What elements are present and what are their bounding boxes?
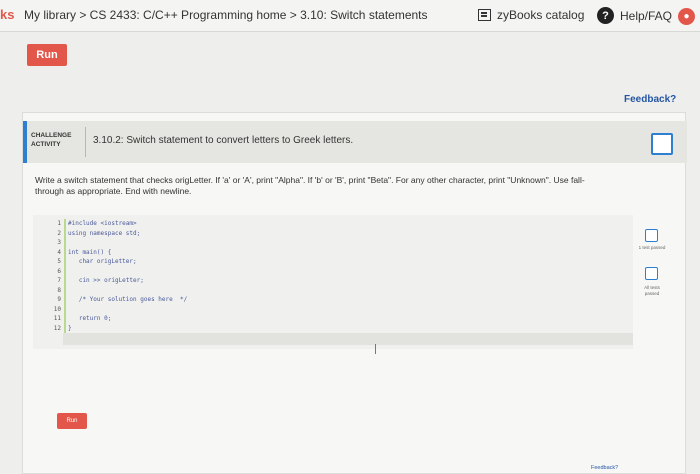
challenge-instructions: Write a switch statement that checks ori… bbox=[35, 175, 585, 196]
code-line[interactable]: return 0; bbox=[68, 314, 628, 324]
catalog-link[interactable]: zyBooks catalog bbox=[478, 8, 584, 22]
help-label: Help/FAQ bbox=[620, 8, 673, 23]
line-number: 4 bbox=[57, 248, 61, 256]
code-editor[interactable]: 1 2 3 4 5 6 7 8 9 10 11 12 #include <iostream> using… bbox=[33, 215, 633, 354]
line-number: 7 bbox=[57, 277, 61, 284]
header-accent bbox=[23, 121, 27, 163]
code-line[interactable]: int main() { bbox=[68, 248, 628, 258]
line-number: 1 bbox=[57, 220, 61, 227]
code-line[interactable]: char origLetter; bbox=[68, 257, 628, 267]
line-number: 6 bbox=[57, 267, 61, 275]
line-number: 9 bbox=[57, 296, 61, 303]
code-line[interactable] bbox=[68, 286, 628, 296]
code-line[interactable]: using namespace std; bbox=[68, 229, 628, 239]
question-icon: ? bbox=[597, 7, 614, 24]
active-line-highlight bbox=[63, 333, 633, 345]
user-avatar-icon[interactable]: ● bbox=[678, 8, 695, 25]
line-number: 8 bbox=[57, 286, 61, 294]
breadcrumb[interactable]: My library > CS 2433: C/C++ Programming … bbox=[24, 8, 428, 22]
line-number: 12 bbox=[53, 324, 61, 332]
code-line[interactable] bbox=[68, 238, 628, 248]
code-line[interactable]: /* Your solution goes here */ bbox=[68, 295, 628, 305]
code-line[interactable]: #include <iostream> bbox=[68, 219, 628, 229]
code-line[interactable] bbox=[68, 305, 628, 315]
run-button[interactable]: Run bbox=[57, 413, 87, 429]
line-number: 2 bbox=[57, 229, 61, 237]
code-content[interactable]: #include <iostream> using namespace std; i… bbox=[68, 219, 628, 333]
line-numbers: 1 2 3 4 5 6 7 8 9 10 11 12 bbox=[49, 219, 61, 333]
all-tests-status-icon bbox=[645, 267, 658, 280]
code-line[interactable]: } bbox=[68, 324, 628, 334]
code-line[interactable]: cin >> origLetter; bbox=[68, 276, 628, 286]
completion-status-icon bbox=[651, 133, 673, 155]
editable-gutter-marker bbox=[64, 219, 66, 339]
challenge-title: 3.10.2: Switch statement to convert lett… bbox=[93, 135, 354, 146]
help-link[interactable]: ? Help/FAQ bbox=[597, 7, 672, 24]
feedback-link-top[interactable]: Feedback? bbox=[624, 94, 676, 105]
line-number: 11 bbox=[53, 315, 61, 322]
top-bar: ks My library > CS 2433: C/C++ Programmi… bbox=[0, 0, 700, 32]
challenge-card: CHALLENGE ACTIVITY 3.10.2: Switch statem… bbox=[22, 112, 687, 474]
feedback-link[interactable]: Feedback? bbox=[591, 465, 618, 471]
brand-logo[interactable]: ks bbox=[0, 7, 14, 22]
line-number: 5 bbox=[57, 258, 61, 265]
challenge-header: CHALLENGE ACTIVITY 3.10.2: Switch statem… bbox=[23, 121, 687, 163]
line-number: 3 bbox=[57, 239, 61, 246]
book-icon bbox=[478, 9, 491, 21]
header-divider bbox=[85, 127, 86, 157]
test-status-icon bbox=[645, 229, 658, 242]
all-tests-status-label: All tests passed bbox=[644, 285, 660, 296]
challenge-tag: CHALLENGE ACTIVITY bbox=[31, 132, 72, 148]
test-status-label: 1 test passed bbox=[638, 245, 666, 250]
run-button-top[interactable]: Run bbox=[27, 44, 67, 66]
code-line[interactable] bbox=[68, 267, 628, 277]
line-number: 10 bbox=[53, 305, 61, 313]
text-cursor-icon bbox=[373, 344, 379, 354]
catalog-label: zyBooks catalog bbox=[497, 8, 585, 22]
